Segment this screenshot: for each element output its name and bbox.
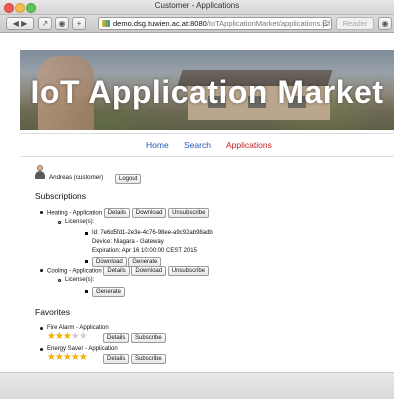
logout-button[interactable]: Logout	[115, 174, 142, 184]
star-filled-icon[interactable]: ★	[71, 352, 80, 363]
license-device: Device: Niagara - Gateway	[92, 239, 164, 245]
rating-stars-energy-saver[interactable]: ★★★★★	[47, 352, 88, 363]
share-icon: ↗	[41, 19, 49, 28]
license-generate-button[interactable]: Generate	[92, 287, 126, 297]
address-bar[interactable]: demo.dsg.tuwien.ac.at:8080/IoTApplicatio…	[98, 17, 332, 30]
star-filled-icon[interactable]: ★	[47, 352, 56, 363]
details-button[interactable]: Details	[103, 333, 130, 343]
main-nav: Home Search Applications	[20, 140, 394, 152]
favorite-actions: Details Subscribe	[103, 333, 166, 344]
subscription-cooling: Cooling - Application Details Download U…	[47, 266, 210, 277]
reload-icon[interactable]: C	[322, 18, 328, 29]
back-forward-buttons[interactable]: ◀ ▶	[6, 17, 34, 30]
unsubscribe-button[interactable]: Unsubscribe	[168, 208, 210, 218]
subscribe-button[interactable]: Subscribe	[131, 333, 166, 343]
reader-button[interactable]: Reader	[336, 17, 374, 30]
download-button[interactable]: Download	[131, 208, 167, 218]
subscription-heating: Heating - Application Details Download U…	[47, 208, 210, 219]
star-filled-icon[interactable]: ★	[63, 352, 72, 363]
page-content: IoT Application Market Home Search Appli…	[0, 33, 394, 372]
favorites-heading: Favorites	[35, 307, 70, 317]
list-bullet	[40, 211, 43, 214]
list-bullet	[40, 327, 43, 330]
subscription-title: Cooling - Application	[47, 268, 102, 275]
unsubscribe-button[interactable]: Unsubscribe	[167, 266, 210, 276]
list-bullet	[85, 290, 88, 293]
subscription-title: Heating - Application	[47, 210, 103, 217]
browser-toolbar: ◀ ▶ ↗ ◉ + demo.dsg.tuwien.ac.at:8080/IoT…	[0, 15, 394, 33]
banner-title: IoT Application Market	[30, 74, 384, 110]
subscriptions-heading: Subscriptions	[35, 191, 87, 201]
share-button[interactable]: ↗	[38, 17, 52, 30]
star-empty-icon[interactable]: ★	[79, 331, 88, 342]
sidebar-button[interactable]: ◉	[55, 17, 69, 30]
forward-icon[interactable]: ▶	[21, 19, 27, 28]
nav-applications[interactable]: Applications	[226, 140, 272, 150]
star-filled-icon[interactable]: ★	[55, 331, 64, 342]
plus-icon: +	[76, 19, 82, 28]
divider	[20, 133, 394, 134]
licenses-label: License(s):	[65, 219, 95, 225]
divider	[20, 156, 394, 157]
browser-window: Customer - Applications ◀ ▶ ↗ ◉ + demo.d…	[0, 0, 394, 399]
list-bullet	[85, 232, 88, 235]
banner-image: IoT Application Market	[20, 50, 394, 130]
user-avatar-icon	[35, 165, 45, 179]
star-filled-icon[interactable]: ★	[79, 352, 88, 363]
window-title: Customer - Applications	[154, 1, 240, 10]
stop-button[interactable]: ◉	[378, 17, 392, 30]
star-filled-icon[interactable]: ★	[47, 331, 56, 342]
subscribe-button[interactable]: Subscribe	[131, 354, 166, 364]
back-icon[interactable]: ◀	[13, 19, 19, 28]
list-bullet	[40, 348, 43, 351]
list-bullet	[40, 269, 43, 272]
details-button[interactable]: Details	[103, 208, 131, 218]
list-bullet	[85, 260, 88, 263]
circle-icon: ◉	[58, 19, 66, 28]
nav-home[interactable]: Home	[146, 140, 169, 150]
title-bar: Customer - Applications	[0, 0, 394, 15]
star-filled-icon[interactable]: ★	[55, 352, 64, 363]
list-bullet	[58, 221, 61, 224]
details-button[interactable]: Details	[103, 354, 130, 364]
list-bullet	[58, 279, 61, 282]
download-button[interactable]: Download	[131, 266, 167, 276]
user-label: Andreas (customer)	[49, 174, 104, 181]
stop-icon: ◉	[381, 19, 389, 28]
star-filled-icon[interactable]: ★	[63, 331, 72, 342]
licenses-label: License(s):	[65, 277, 95, 283]
details-button[interactable]: Details	[103, 266, 130, 276]
rating-stars-fire-alarm[interactable]: ★★★★★	[47, 331, 88, 342]
license-actions: Generate	[92, 287, 126, 298]
favicon-icon	[102, 20, 110, 27]
url-host: demo.dsg.tuwien.ac.at:8080	[113, 19, 207, 28]
new-tab-button[interactable]: +	[72, 17, 86, 30]
status-bar	[0, 372, 394, 399]
favorite-actions: Details Subscribe	[103, 354, 166, 365]
nav-search[interactable]: Search	[184, 140, 211, 150]
url-path: /IoTApplicationMarket/applications.jsf	[206, 19, 331, 28]
star-empty-icon[interactable]: ★	[71, 331, 80, 342]
license-expiration: Expiration: Apr 16 10:00:00 CEST 2015	[92, 248, 197, 254]
license-id: Id: 7e6d5fd1-2e3e-4c76-98ee-a9c92ab98adb	[92, 230, 213, 236]
